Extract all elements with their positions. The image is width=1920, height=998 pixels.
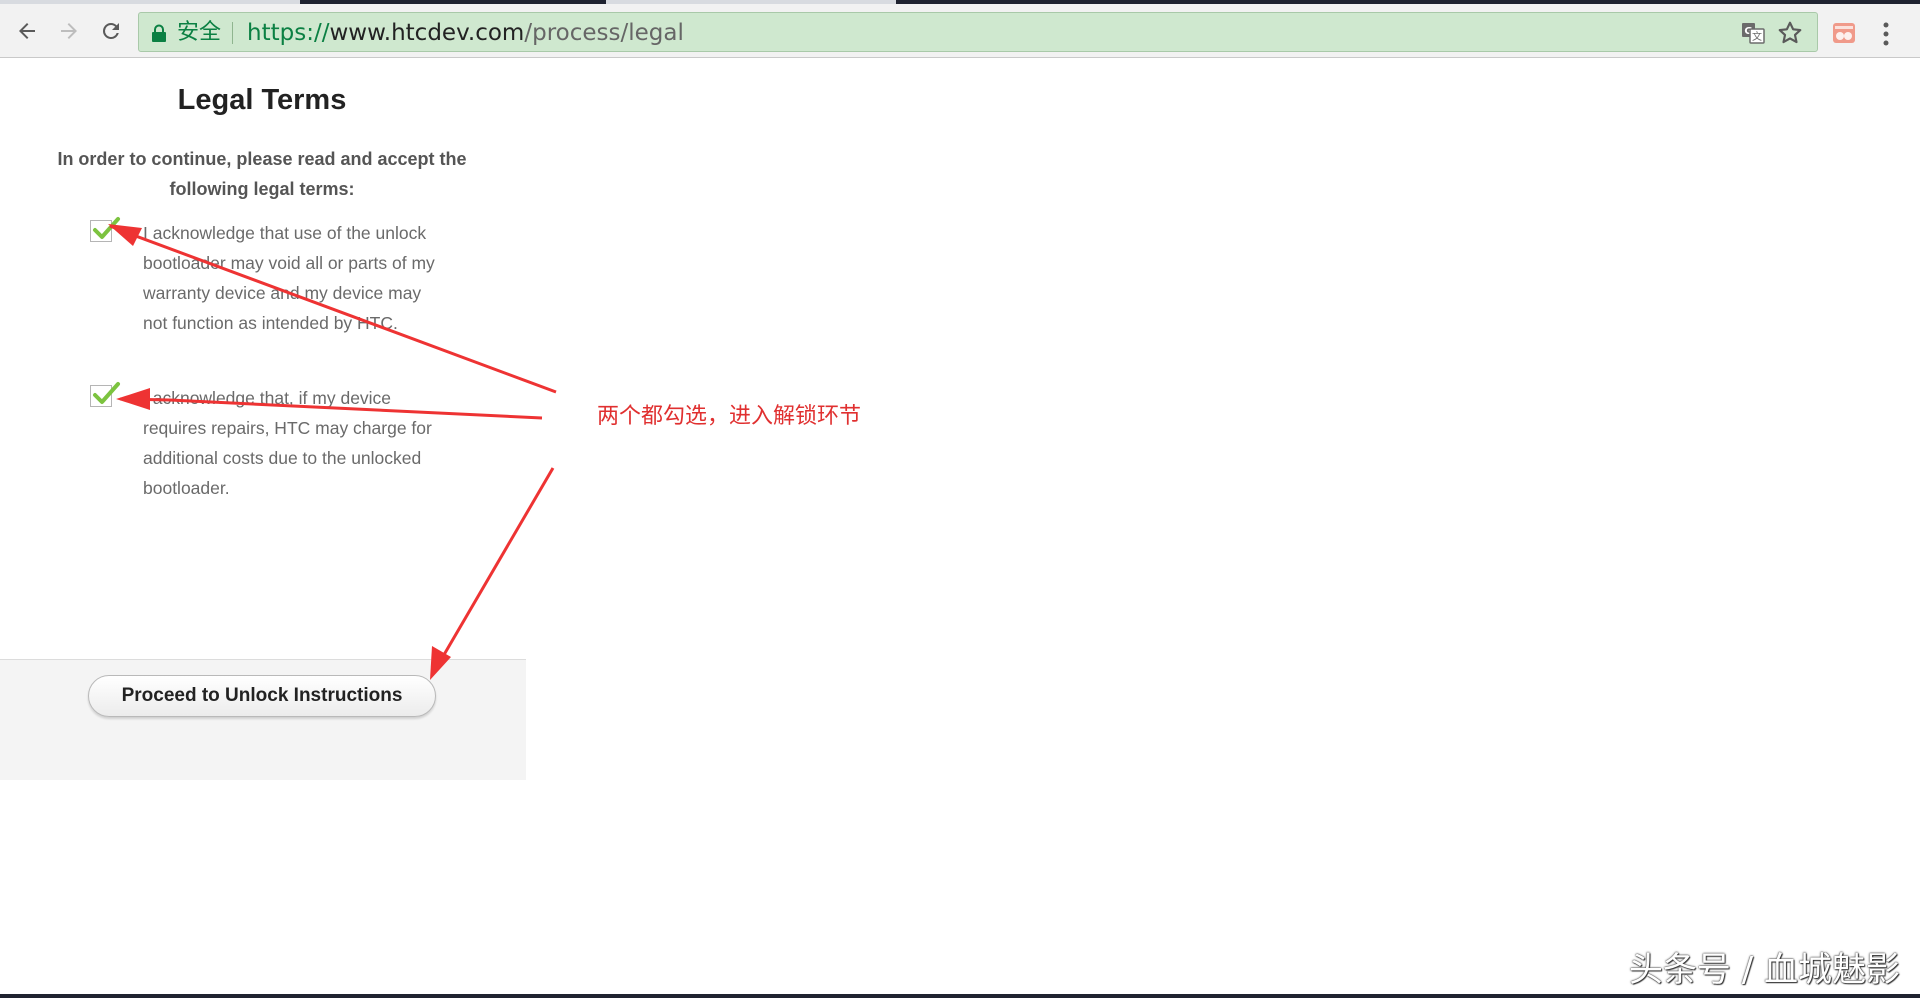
window-bottom-bar <box>0 994 1920 998</box>
extension-icon[interactable] <box>1832 21 1856 45</box>
arrow-to-proceed <box>436 467 555 666</box>
term-1-checkbox[interactable] <box>90 217 120 242</box>
back-button[interactable] <box>12 16 42 46</box>
lock-icon <box>152 24 166 42</box>
star-icon[interactable] <box>1777 20 1803 46</box>
reload-icon <box>103 22 119 39</box>
browser-toolbar: 安全 https://www.htcdev.com/process/legal … <box>0 4 1920 58</box>
address-separator <box>232 22 233 44</box>
forward-button[interactable] <box>54 16 84 46</box>
svg-text:文: 文 <box>1752 30 1762 43</box>
translate-icon[interactable]: G 文 <box>1741 21 1765 45</box>
address-bar[interactable]: 安全 https://www.htcdev.com/process/legal … <box>138 12 1818 52</box>
annotation-text: 两个都勾选，进入解锁环节 <box>597 404 862 429</box>
term-2-checkbox[interactable] <box>90 382 120 407</box>
checkmark-icon <box>93 217 120 239</box>
reload-button[interactable] <box>96 16 126 46</box>
term-1-text: I acknowledge that use of the unlock boo… <box>143 223 435 333</box>
term-2-text: I acknowledge that, if my device require… <box>143 388 432 498</box>
url-text[interactable]: https://www.htcdev.com/process/legal <box>247 20 684 46</box>
intro-text: In order to continue, please read and ac… <box>57 149 467 199</box>
url-host: www.htcdev.com <box>329 20 525 46</box>
url-scheme: https:// <box>247 20 330 46</box>
menu-icon[interactable] <box>1882 20 1890 48</box>
watermark: 头条号 / 血城魅影 <box>1628 950 1900 990</box>
back-arrow-icon <box>19 23 35 39</box>
checkmark-icon <box>93 382 120 404</box>
proceed-to-unlock-button[interactable]: Proceed to Unlock Instructions <box>88 675 436 717</box>
secure-label: 安全 <box>177 20 222 45</box>
page-title: Legal Terms <box>177 84 347 116</box>
forward-arrow-icon <box>61 23 77 39</box>
url-path: /process/legal <box>524 20 684 46</box>
